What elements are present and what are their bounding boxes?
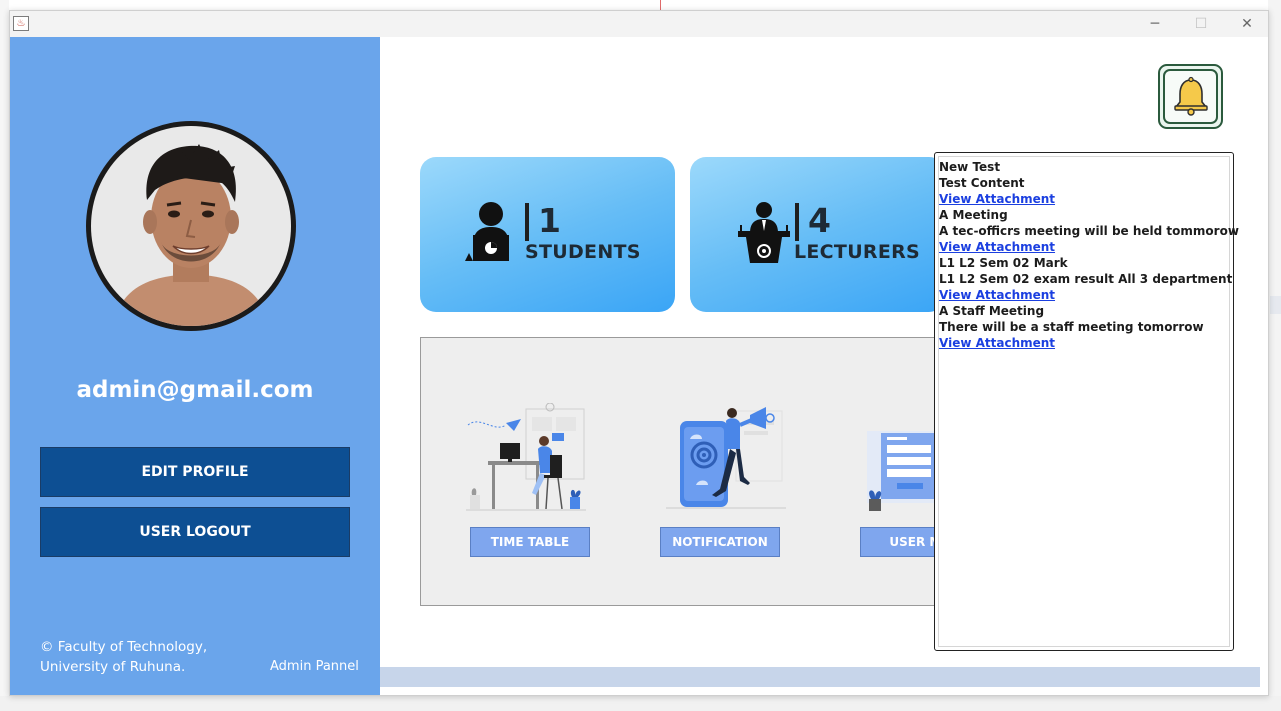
title-bar[interactable]: ♨ ─ ☐ ✕ xyxy=(10,11,1268,37)
student-icon xyxy=(465,202,509,261)
avatar-portrait-icon xyxy=(91,126,291,326)
lecturer-icon xyxy=(738,202,790,263)
minimize-button[interactable]: ─ xyxy=(1132,11,1178,37)
notification-title: New Test xyxy=(939,160,1001,174)
lecturers-stat-card[interactable]: 4 LECTURERS xyxy=(690,157,945,312)
copyright-line-1: © Faculty of Technology, xyxy=(40,639,208,655)
notification-illustration xyxy=(666,407,786,509)
timetable-button[interactable]: TIME TABLE xyxy=(470,527,590,557)
students-label: STUDENTS xyxy=(525,241,641,263)
desktop-background-bottom xyxy=(0,696,1281,711)
notification-content: A tec-officrs meeting will be held tommo… xyxy=(939,224,1239,238)
user-management-illustration xyxy=(867,431,937,511)
notification-popup: New Test Test Content View Attachment A … xyxy=(934,152,1239,651)
desktop-strip xyxy=(1270,296,1281,314)
view-attachment-link[interactable]: View Attachment xyxy=(939,335,1229,351)
maximize-button[interactable]: ☐ xyxy=(1178,11,1224,37)
java-icon: ♨ xyxy=(13,16,29,31)
user-email: admin@gmail.com xyxy=(76,377,314,403)
timetable-illustration xyxy=(466,403,586,511)
menu-panel: TIME TABLE NOTIFICATION USER MA xyxy=(420,337,980,606)
edit-profile-button[interactable]: EDIT PROFILE xyxy=(40,447,350,497)
copyright-text: © Faculty of Technology, University of R… xyxy=(40,637,207,677)
lecturers-count: 4 xyxy=(808,201,831,240)
notification-button[interactable]: NOTIFICATION xyxy=(660,527,780,557)
notification-content: L1 L2 Sem 02 exam result All 3 departmen… xyxy=(939,272,1233,286)
lecturers-label: LECTURERS xyxy=(794,241,921,263)
view-attachment-link[interactable]: View Attachment xyxy=(939,191,1229,207)
user-avatar xyxy=(86,121,296,331)
notification-list: New Test Test Content View Attachment A … xyxy=(939,159,1239,351)
desktop-background-left xyxy=(0,0,9,711)
user-logout-button[interactable]: USER LOGOUT xyxy=(40,507,350,557)
admin-window: ♨ ─ ☐ ✕ admin@gmail.com EDIT PROFILE USE… xyxy=(9,10,1269,696)
notification-title: A Meeting xyxy=(939,208,1008,222)
view-attachment-link[interactable]: View Attachment xyxy=(939,239,1229,255)
notification-content: Test Content xyxy=(939,176,1025,190)
notification-bell-button[interactable] xyxy=(1158,64,1223,129)
sidebar: admin@gmail.com EDIT PROFILE USER LOGOUT… xyxy=(10,37,380,695)
desktop-background-right xyxy=(1268,0,1281,711)
status-strip xyxy=(380,667,1260,687)
bell-icon xyxy=(1174,76,1208,116)
notification-title: L1 L2 Sem 02 Mark xyxy=(939,256,1068,270)
close-button[interactable]: ✕ xyxy=(1224,11,1268,37)
lecturers-divider xyxy=(795,203,799,241)
panel-role-label: Admin Pannel xyxy=(270,659,359,674)
notification-content: There will be a staff meeting tomorrow xyxy=(939,320,1204,334)
desktop-guide-line xyxy=(660,0,661,10)
copyright-line-2: University of Ruhuna. xyxy=(40,659,186,675)
notification-title: A Staff Meeting xyxy=(939,304,1045,318)
students-stat-card[interactable]: 1 STUDENTS xyxy=(420,157,675,312)
view-attachment-link[interactable]: View Attachment xyxy=(939,287,1229,303)
students-divider xyxy=(525,203,529,241)
students-count: 1 xyxy=(538,201,561,240)
